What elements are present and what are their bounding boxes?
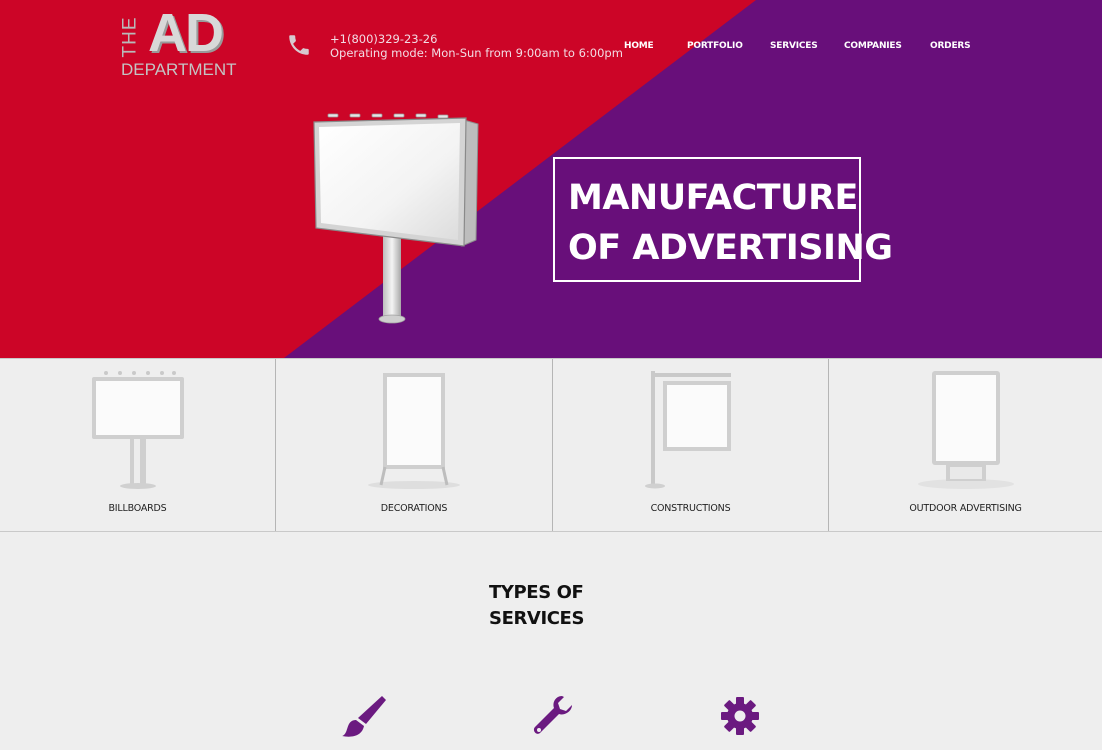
hero-headline-line2: OF ADVERTISING	[568, 228, 893, 268]
logo-the: THE	[119, 16, 141, 58]
a-frame-sign-icon	[368, 373, 460, 489]
paint-brush-icon	[342, 696, 386, 737]
category-label: BILLBOARDS	[108, 503, 167, 514]
hero-billboard-image	[313, 113, 479, 324]
category-constructions[interactable]: CONSTRUCTIONS	[553, 359, 829, 531]
nav-home[interactable]: HOME	[624, 41, 654, 51]
nav-companies[interactable]: COMPANIES	[844, 41, 902, 51]
services-section-title: TYPES OF SERVICES	[489, 580, 584, 632]
nav-services[interactable]: SERVICES	[770, 41, 818, 51]
category-label: DECORATIONS	[380, 503, 448, 514]
hero-headline-line1: MANUFACTURE	[568, 178, 858, 218]
contact-info: +1(800)329-23-26 Operating mode: Mon-Sun…	[330, 32, 623, 60]
citylight-icon	[917, 371, 1014, 489]
category-billboards[interactable]: BILLBOARDS	[0, 359, 276, 531]
wrench-icon	[533, 696, 572, 734]
category-label: OUTDOOR ADVERTISING	[909, 503, 1022, 514]
category-label: CONSTRUCTIONS	[650, 503, 731, 514]
nav-portfolio[interactable]: PORTFOLIO	[687, 41, 743, 51]
logo-ad: AD	[148, 3, 224, 63]
logo-department: DEPARTMENT	[121, 60, 237, 79]
operating-hours: Operating mode: Mon-Sun from 9:00am to 6…	[330, 46, 623, 60]
nav-orders[interactable]: ORDERS	[930, 41, 971, 51]
category-decorations[interactable]: DECORATIONS	[276, 359, 553, 531]
phone-number[interactable]: +1(800)329-23-26	[330, 32, 623, 46]
services-title-line2: SERVICES	[489, 608, 585, 629]
gear-icon	[721, 697, 759, 735]
services-title-line1: TYPES OF	[489, 582, 584, 603]
billboard-icon	[91, 371, 184, 489]
hero-banner: THE AD DEPARTMENT +1(800)329-23-26 Opera…	[0, 0, 1102, 358]
category-outdoor-advertising[interactable]: OUTDOOR ADVERTISING	[829, 359, 1102, 531]
category-row: BILLBOARDS DECORATIONS CONSTRUCTIONS OUT…	[0, 358, 1102, 532]
site-logo[interactable]: THE AD DEPARTMENT	[118, 6, 253, 80]
hanging-sign-icon	[644, 371, 731, 489]
phone-icon	[289, 35, 309, 55]
hero-headline-box: MANUFACTURE OF ADVERTISING	[553, 157, 893, 282]
